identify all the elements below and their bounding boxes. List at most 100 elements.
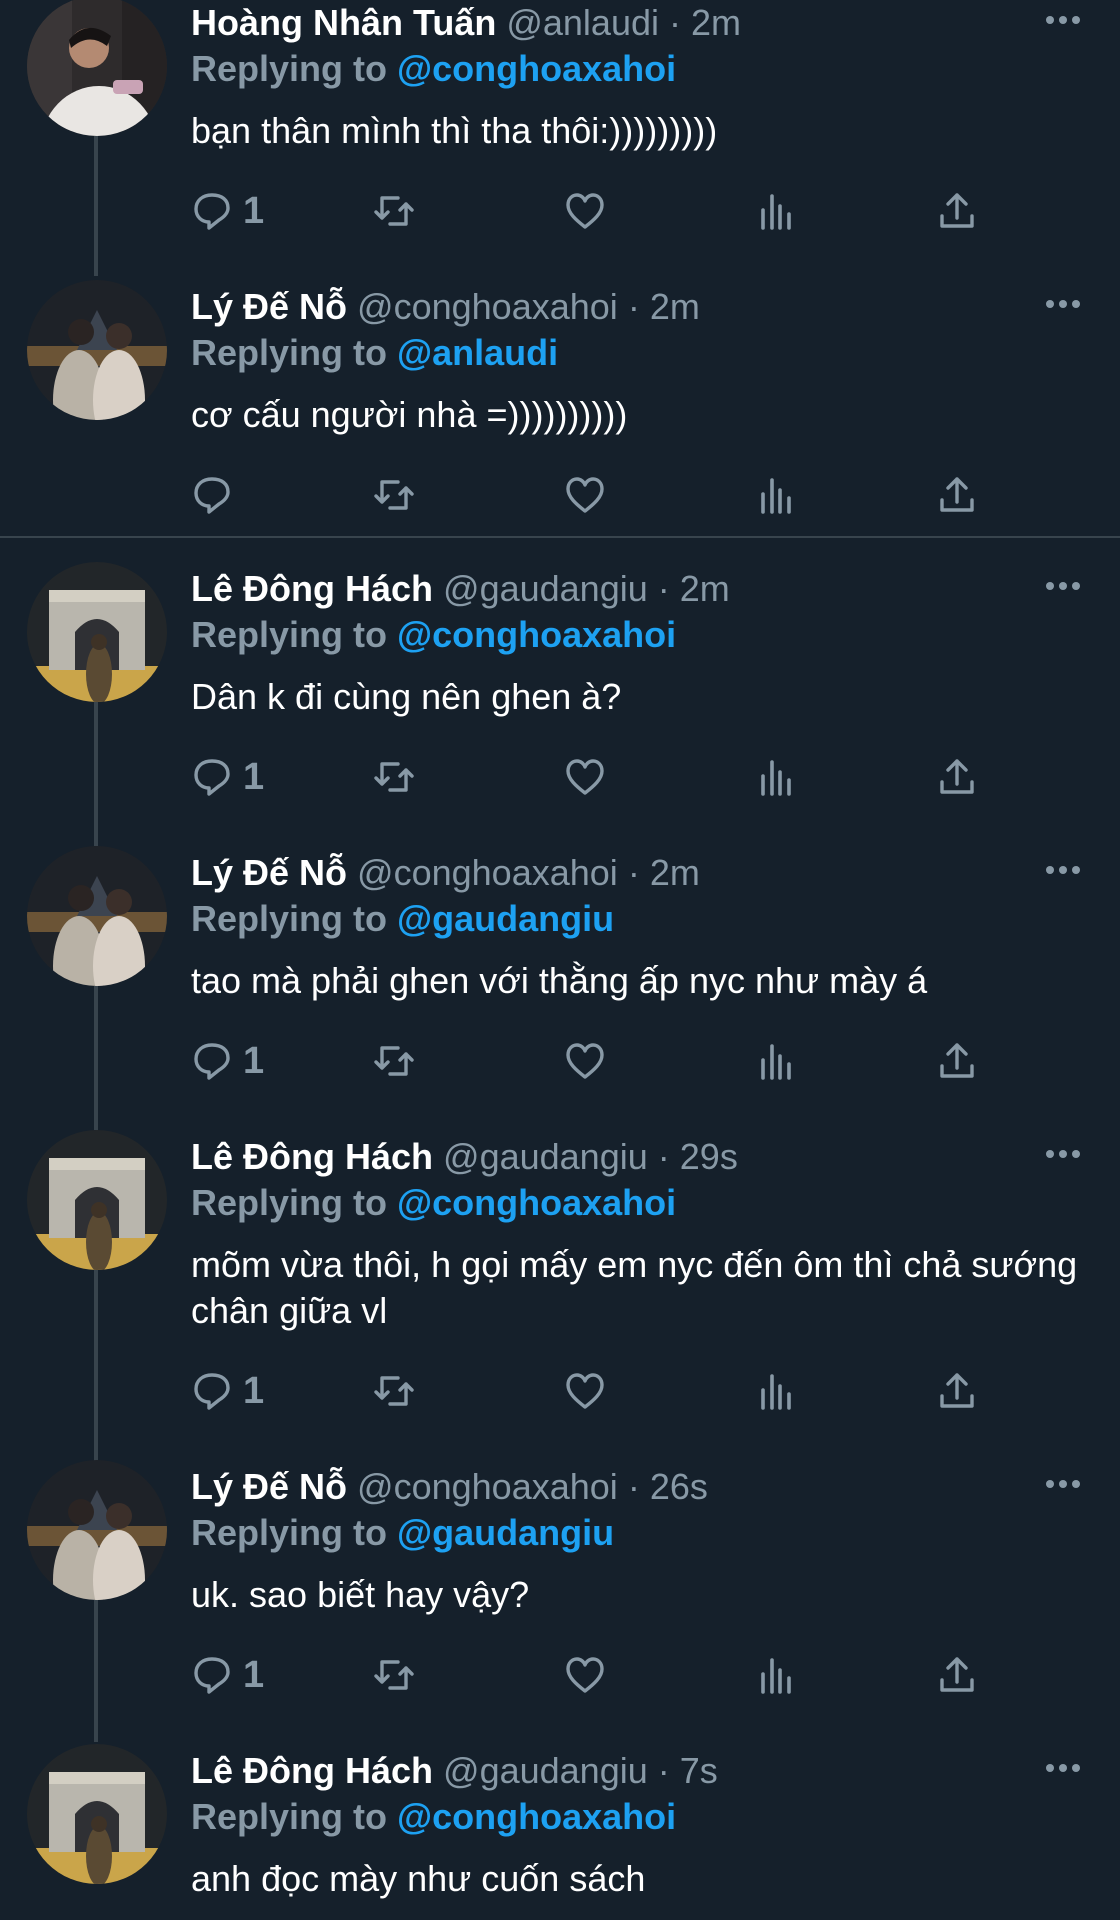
user-handle[interactable]: @anlaudi [506, 2, 659, 43]
avatar[interactable] [27, 1744, 167, 1884]
header-row: Hoàng Nhân Tuấn @anlaudi · 2m [191, 0, 741, 46]
reply-button[interactable]: 1 [191, 1366, 264, 1416]
display-name[interactable]: Hoàng Nhân Tuấn [191, 2, 496, 43]
share-button[interactable] [936, 470, 978, 520]
separator-dot: · [627, 286, 640, 327]
user-handle[interactable]: @gaudangiu [443, 568, 648, 609]
display-name[interactable]: Lê Đông Hách [191, 568, 433, 609]
replying-to-link[interactable]: @conghoaxahoi [397, 1796, 676, 1837]
tweet[interactable]: Lý Đế Nỗ @conghoaxahoi · 2m Replying to … [0, 846, 1120, 1130]
timestamp[interactable]: 2m [691, 2, 741, 43]
user-handle[interactable]: @conghoaxahoi [357, 852, 618, 893]
replying-to-link[interactable]: @gaudangiu [397, 1512, 614, 1553]
more-icon[interactable] [1044, 14, 1082, 26]
tweet[interactable]: Lê Đông Hách @gaudangiu · 2m Replying to… [0, 562, 1120, 846]
reply-icon [194, 759, 230, 796]
retweet-button[interactable] [373, 470, 415, 520]
tweet-actions: 1 [191, 1650, 991, 1700]
tweet-actions: 1 [191, 1366, 991, 1416]
user-handle[interactable]: @conghoaxahoi [357, 1466, 618, 1507]
analytics-button[interactable] [755, 470, 797, 520]
avatar[interactable] [27, 1460, 167, 1600]
more-icon[interactable] [1044, 864, 1082, 876]
arc-de-triomphe-photo-avatar [27, 562, 167, 702]
analytics-button[interactable] [755, 1366, 797, 1416]
tweet-text: Dân k đi cùng nên ghen à? [191, 676, 622, 717]
timestamp[interactable]: 2m [650, 852, 700, 893]
avatar[interactable] [27, 562, 167, 702]
like-button[interactable] [564, 1366, 606, 1416]
share-button[interactable] [936, 186, 978, 236]
analytics-button[interactable] [755, 752, 797, 802]
more-icon[interactable] [1044, 1148, 1082, 1160]
retweet-button[interactable] [373, 1366, 415, 1416]
display-name[interactable]: Lê Đông Hách [191, 1136, 433, 1177]
reply-button[interactable]: 1 [191, 1036, 264, 1086]
display-name[interactable]: Lý Đế Nỗ [191, 1466, 347, 1507]
avatar[interactable] [27, 280, 167, 420]
more-icon[interactable] [1044, 1478, 1082, 1490]
analytics-button[interactable] [755, 186, 797, 236]
more-icon[interactable] [1044, 580, 1082, 592]
share-button[interactable] [936, 752, 978, 802]
analytics-button[interactable] [755, 1036, 797, 1086]
tweet-text: bạn thân mình thì tha thôi:))))))))) [191, 110, 718, 151]
avatar[interactable] [27, 1130, 167, 1270]
share-button[interactable] [936, 1366, 978, 1416]
conversation-separator [0, 536, 1120, 538]
header-row: Lý Đế Nỗ @conghoaxahoi · 2m [191, 284, 700, 330]
reply-button[interactable]: 1 [191, 752, 264, 802]
tweet[interactable]: Lý Đế Nỗ @conghoaxahoi · 26s Replying to… [0, 1460, 1120, 1744]
avatar[interactable] [27, 0, 167, 136]
user-handle[interactable]: @conghoaxahoi [357, 286, 618, 327]
replying-to-link[interactable]: @conghoaxahoi [397, 48, 676, 89]
user-handle[interactable]: @gaudangiu [443, 1750, 648, 1791]
tweet-actions: 1 [191, 1036, 991, 1086]
tweet[interactable]: Lê Đông Hách @gaudangiu · 29s Replying t… [0, 1130, 1120, 1460]
tweet-text: uk. sao biết hay vậy? [191, 1574, 530, 1615]
retweet-button[interactable] [373, 186, 415, 236]
retweet-button[interactable] [373, 1036, 415, 1086]
like-button[interactable] [564, 470, 606, 520]
tweet-text: mõm vừa thôi, h gọi mấy em nyc đến ôm th… [191, 1244, 1078, 1331]
analytics-button[interactable] [755, 1650, 797, 1700]
timestamp[interactable]: 2m [650, 286, 700, 327]
reply-icon [194, 477, 230, 514]
retweet-button[interactable] [373, 752, 415, 802]
replying-to-link[interactable]: @gaudangiu [397, 898, 614, 939]
user-handle[interactable]: @gaudangiu [443, 1136, 648, 1177]
tweet[interactable]: Lê Đông Hách @gaudangiu · 7s Replying to… [0, 1744, 1120, 1920]
more-icon[interactable] [1044, 1762, 1082, 1774]
share-icon [940, 1373, 974, 1408]
reply-button[interactable]: 1 [191, 186, 264, 236]
retweet-button[interactable] [373, 1650, 415, 1700]
tweet[interactable]: Hoàng Nhân Tuấn @anlaudi · 2m Replying t… [0, 0, 1120, 280]
display-name[interactable]: Lý Đế Nỗ [191, 852, 347, 893]
tweet-actions: 1 [191, 752, 991, 802]
display-name[interactable]: Lê Đông Hách [191, 1750, 433, 1791]
timestamp[interactable]: 26s [650, 1466, 708, 1507]
avatar[interactable] [27, 846, 167, 986]
display-name[interactable]: Lý Đế Nỗ [191, 286, 347, 327]
timestamp[interactable]: 29s [680, 1136, 738, 1177]
share-button[interactable] [936, 1650, 978, 1700]
replying-to-link[interactable]: @conghoaxahoi [397, 614, 676, 655]
like-button[interactable] [564, 1036, 606, 1086]
reply-button[interactable] [191, 470, 243, 520]
tweet[interactable]: Lý Đế Nỗ @conghoaxahoi · 2m Replying to … [0, 280, 1120, 534]
like-button[interactable] [564, 752, 606, 802]
share-button[interactable] [936, 1036, 978, 1086]
replying-to-link[interactable]: @anlaudi [397, 332, 558, 373]
separator-dot: · [669, 2, 682, 43]
like-button[interactable] [564, 1650, 606, 1700]
reply-button[interactable]: 1 [191, 1650, 264, 1700]
replying-to-row: Replying to @gaudangiu [191, 1510, 614, 1556]
replying-to-label: Replying to [191, 1796, 387, 1837]
like-button[interactable] [564, 186, 606, 236]
more-icon[interactable] [1044, 298, 1082, 310]
replying-to-link[interactable]: @conghoaxahoi [397, 1182, 676, 1223]
timestamp[interactable]: 2m [680, 568, 730, 609]
timestamp[interactable]: 7s [680, 1750, 718, 1791]
replying-to-label: Replying to [191, 48, 387, 89]
couple-photo-night-avatar [27, 1460, 167, 1600]
